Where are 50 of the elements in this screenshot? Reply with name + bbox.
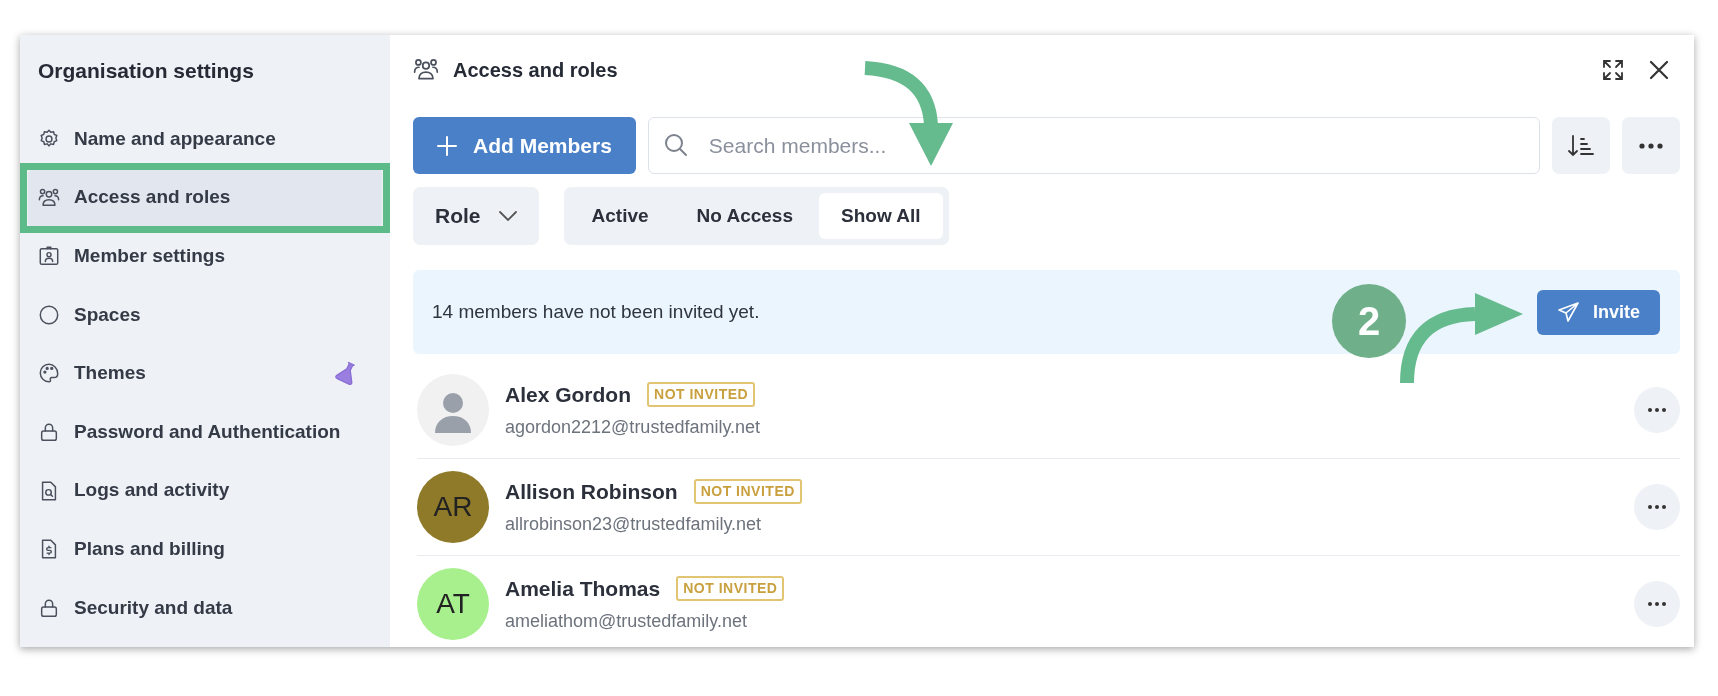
- sidebar-item[interactable]: Member settings: [28, 228, 382, 285]
- add-members-button[interactable]: Add Members: [413, 117, 636, 174]
- circle-icon: [38, 303, 60, 326]
- banner-message: 14 members have not been invited yet.: [432, 299, 760, 324]
- sort-icon: [1567, 132, 1595, 159]
- more-button[interactable]: [1634, 484, 1680, 530]
- palette-icon: [38, 362, 60, 385]
- member-email: ameliathom@trustedfamily.net: [505, 610, 749, 634]
- page-title: Access and roles: [453, 58, 618, 83]
- sidebar-item[interactable]: Security and data: [28, 579, 382, 636]
- more-icon: [1648, 505, 1666, 509]
- sidebar-item[interactable]: Themes: [28, 345, 382, 402]
- member-email: agordon2212@trustedfamily.net: [505, 416, 761, 440]
- people-icon: [38, 186, 60, 209]
- chevron-down-icon: [498, 211, 517, 221]
- sidebar-item[interactable]: Password and Authentication: [28, 404, 382, 460]
- status-tag: NOT INVITED: [693, 479, 802, 504]
- status-tag: NOT INVITED: [676, 576, 785, 601]
- paper-plane-icon: [1557, 301, 1579, 323]
- more-button[interactable]: [1634, 581, 1680, 627]
- filter-tab[interactable]: Show All: [819, 193, 943, 239]
- expand-icon[interactable]: [1602, 59, 1624, 81]
- more-icon: [1648, 408, 1666, 412]
- sidebar-item[interactable]: Name and appearance: [28, 111, 382, 167]
- avatar: AR: [417, 471, 489, 543]
- more-icon: [1639, 142, 1663, 149]
- search-field[interactable]: Search members...: [647, 117, 1540, 174]
- more-button[interactable]: [1622, 117, 1680, 174]
- status-tag: NOT INVITED: [647, 382, 756, 407]
- close-icon[interactable]: [1648, 59, 1670, 81]
- id-card-icon: [38, 245, 60, 268]
- filter-tab[interactable]: Active: [569, 193, 671, 239]
- invite-button[interactable]: Invite: [1537, 289, 1660, 335]
- lock-icon: [38, 421, 60, 443]
- sidebar-title: Organisation settings: [37, 58, 255, 84]
- member-name: Allison Robinson: [505, 478, 678, 505]
- sort-button[interactable]: [1552, 117, 1610, 174]
- plus-icon: [437, 135, 457, 156]
- role-dropdown[interactable]: Role: [413, 187, 539, 245]
- member-name: Alex Gordon: [505, 381, 631, 408]
- avatar: AT: [417, 568, 489, 640]
- member-email: allrobinson23@trustedfamily.net: [505, 513, 763, 537]
- filter-tab[interactable]: No Access: [674, 193, 815, 239]
- sidebar-item[interactable]: Plans and billing: [28, 521, 382, 578]
- member-name: Amelia Thomas: [505, 575, 661, 602]
- sidebar-item[interactable]: Spaces: [28, 286, 382, 343]
- more-icon: [1648, 602, 1666, 606]
- sidebar-item[interactable]: Logs and activity: [28, 462, 382, 519]
- sidebar-item[interactable]: Access and roles: [28, 169, 382, 226]
- more-button[interactable]: [1634, 387, 1680, 433]
